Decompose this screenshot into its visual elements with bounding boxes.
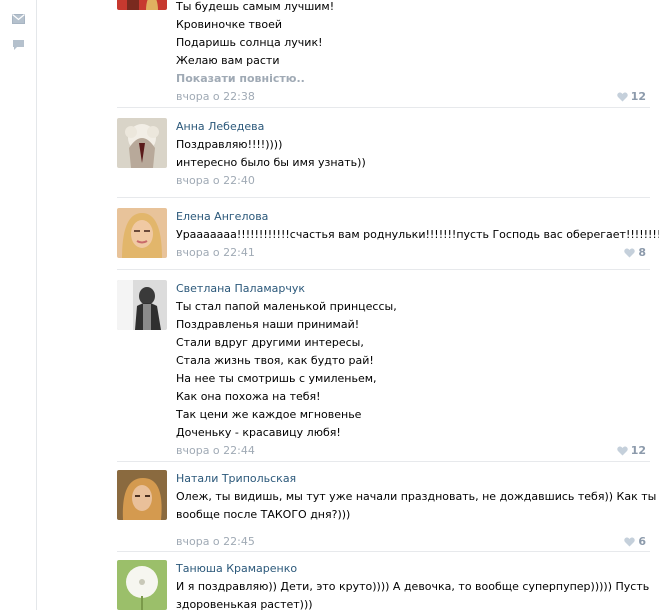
comment-author[interactable]: Анна Лебедева xyxy=(176,118,650,136)
show-more-link[interactable]: Показати повністю.. xyxy=(176,70,650,88)
like-button[interactable]: 8 xyxy=(624,244,646,262)
comment-text-line: Стали вдруг другими интересы, xyxy=(176,336,364,349)
mail-icon[interactable] xyxy=(12,13,26,25)
comment-text-line: Подаришь солнца лучик! xyxy=(176,36,323,49)
like-button[interactable]: 12 xyxy=(616,442,646,460)
heart-icon xyxy=(624,537,636,547)
left-sidebar xyxy=(0,0,37,610)
sidebar-divider xyxy=(36,0,37,610)
comment-author[interactable]: Светлана Паламарчук xyxy=(176,280,650,298)
comment-text-line: Так цени же каждое мгновенье xyxy=(176,408,362,421)
comment-text-line: Кровиночке твоей xyxy=(176,18,283,31)
comment-author[interactable]: Елена Ангелова xyxy=(176,208,650,226)
like-count: 12 xyxy=(630,90,646,103)
comment-text-line: Поздравляю!!!!)))) xyxy=(176,138,283,151)
avatar[interactable] xyxy=(117,560,167,610)
like-count: 8 xyxy=(638,246,646,259)
comment-item: Ты будешь самым лучшим! Кровиночке твоей… xyxy=(117,0,650,108)
comment-author[interactable]: Танюша Крамаренко xyxy=(176,560,650,578)
comment-text-line: Желаю вам расти xyxy=(176,54,280,67)
comment-item: Светлана Паламарчук Ты стал папой малень… xyxy=(117,270,650,462)
comment-item: Натали Трипольская Олеж, ты видишь, мы т… xyxy=(117,462,659,552)
comment-timestamp[interactable]: вчора о 22:44 xyxy=(176,444,255,457)
avatar[interactable] xyxy=(117,280,167,330)
comment-text-line: Ты будешь самым лучшим! xyxy=(176,0,335,13)
avatar[interactable] xyxy=(117,0,167,10)
like-count: 12 xyxy=(630,444,646,457)
comment-text-line: Доченьку - красавицу любя! xyxy=(176,426,341,439)
comment-item: Анна Лебедева Поздравляю!!!!)))) интерес… xyxy=(117,108,650,198)
comment-timestamp[interactable]: вчора о 22:45 xyxy=(176,535,255,548)
comment-text-line: здоровенькая растет))) xyxy=(176,598,313,611)
comment-author[interactable]: Натали Трипольская xyxy=(176,470,650,488)
comment-text-line: Как она похожа на тебя! xyxy=(176,390,321,403)
comment-text-line: Стала жизнь твоя, как будто рай! xyxy=(176,354,374,367)
comment-text-line: Поздравленья наши принимай! xyxy=(176,318,360,331)
comment-text-line: Урааааааа!!!!!!!!!!!!счастья вам роднуль… xyxy=(176,228,659,241)
comment-icon[interactable] xyxy=(12,39,26,51)
comment-timestamp[interactable]: вчора о 22:41 xyxy=(176,246,255,259)
comment-item: Елена Ангелова Урааааааа!!!!!!!!!!!!счас… xyxy=(117,198,659,270)
comment-text-line: На нее ты смотришь с умиленьем, xyxy=(176,372,377,385)
heart-icon xyxy=(624,248,636,258)
avatar[interactable] xyxy=(117,470,167,520)
heart-icon xyxy=(616,92,628,102)
avatar[interactable] xyxy=(117,118,167,168)
like-count: 6 xyxy=(638,535,646,548)
like-button[interactable]: 12 xyxy=(616,88,646,106)
heart-icon xyxy=(616,446,628,456)
comment-timestamp[interactable]: вчора о 22:38 xyxy=(176,90,255,103)
comment-item: Танюша Крамаренко И я поздравляю)) Дети,… xyxy=(117,552,650,611)
comment-text-line: интересно было бы имя узнать)) xyxy=(176,156,366,169)
comment-text-line: вообще после ТАКОГО дня?))) xyxy=(176,508,351,521)
comment-text-line: Ты стал папой маленькой принцессы, xyxy=(176,300,397,313)
like-button[interactable]: 6 xyxy=(624,533,646,551)
comment-text-line: И я поздравляю)) Дети, это круто)))) А д… xyxy=(176,580,650,593)
comment-timestamp[interactable]: вчора о 22:40 xyxy=(176,174,255,187)
comment-text-line: Олеж, ты видишь, мы тут уже начали празд… xyxy=(176,490,659,503)
avatar[interactable] xyxy=(117,208,167,258)
